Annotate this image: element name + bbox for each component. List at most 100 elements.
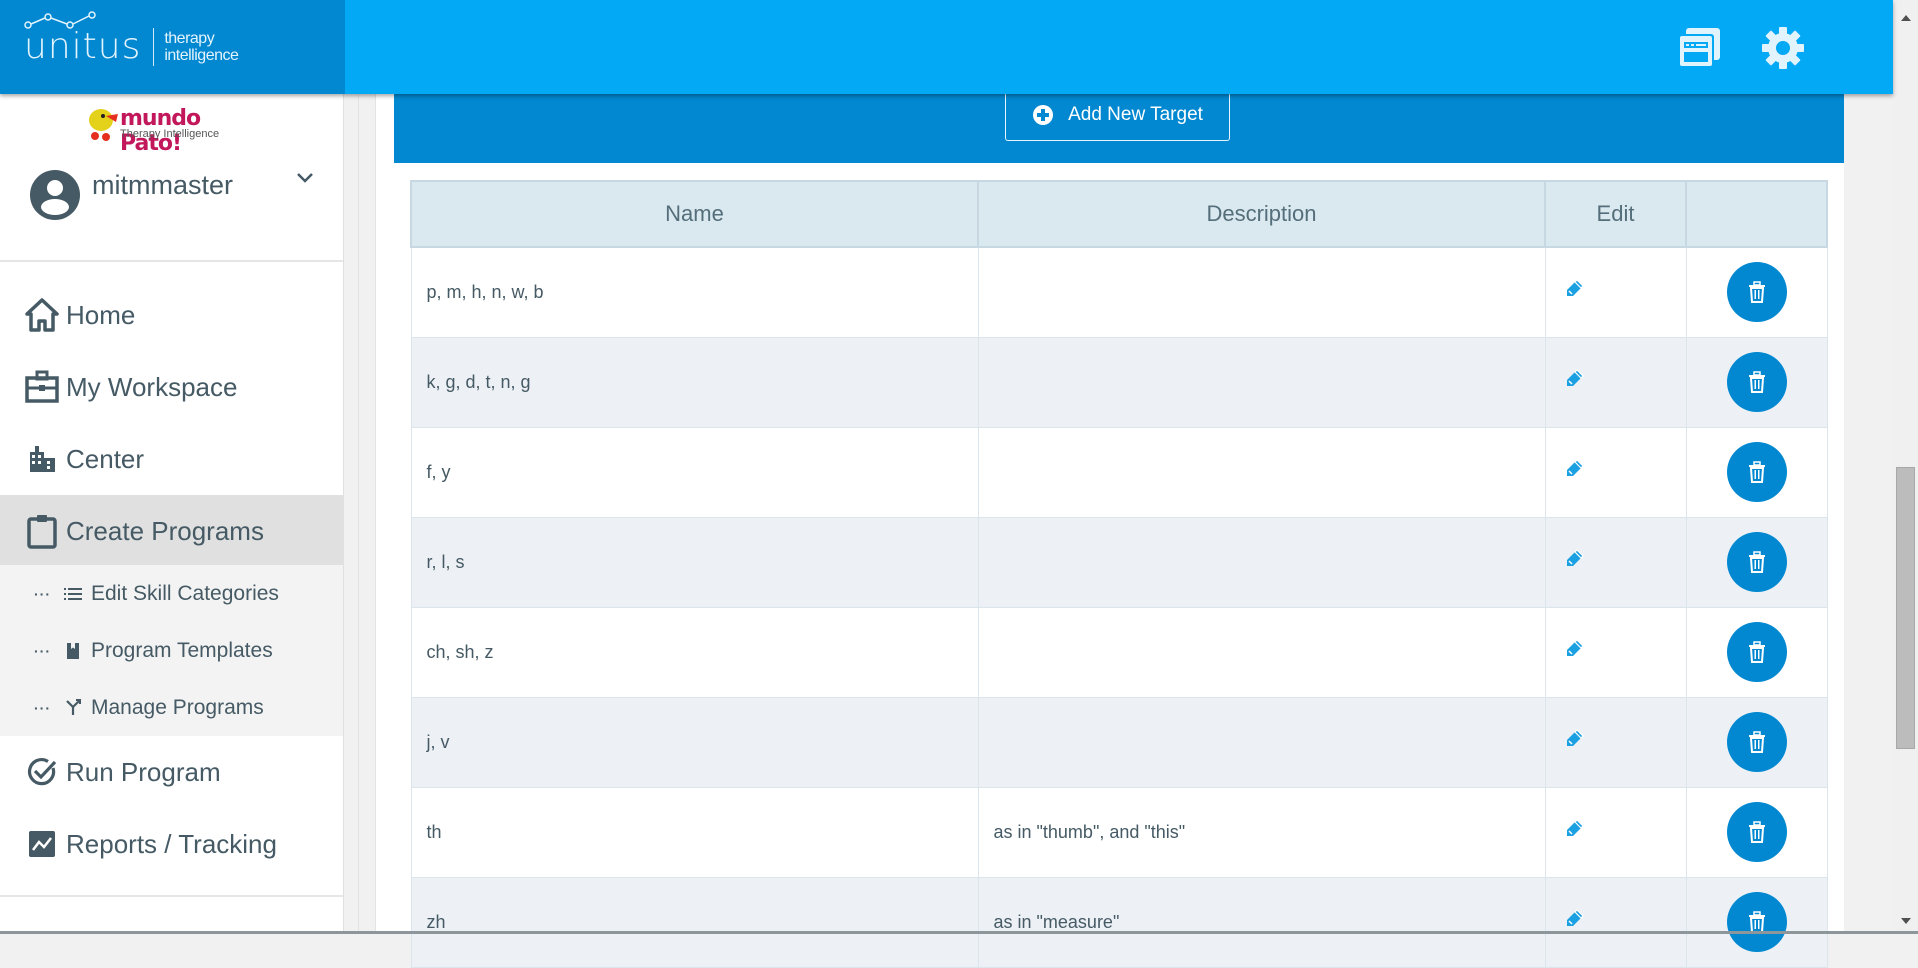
pencil-icon [1566, 548, 1584, 566]
pencil-icon [1566, 908, 1584, 926]
table-body: p, m, h, n, w, b k, g, d, t, n, g f, y r, l… [410, 246, 1828, 968]
submenu-item-manage-programs[interactable]: ··· Manage Programs [0, 679, 343, 736]
delete-button[interactable] [1726, 262, 1787, 323]
edit-button[interactable] [1562, 905, 1588, 931]
sidebar-item-create-programs[interactable]: Create Programs [0, 495, 343, 567]
settings-button[interactable] [1759, 24, 1807, 72]
trash-icon [1748, 731, 1765, 753]
building-icon [24, 441, 60, 477]
sidebar-item-label: Center [66, 443, 145, 474]
sidebar-item-my-workspace[interactable]: My Workspace [0, 351, 343, 423]
pencil-icon [1566, 818, 1584, 836]
delete-cell [1685, 336, 1828, 428]
trash-icon [1748, 551, 1765, 573]
sidebar-divider [0, 260, 343, 262]
delete-button[interactable] [1726, 712, 1787, 772]
sidebar-item-center[interactable]: Center [0, 423, 343, 495]
windows-button[interactable] [1675, 24, 1723, 72]
target-name: zh [410, 876, 979, 968]
scroll-down-button[interactable] [1893, 911, 1918, 931]
gear-icon [1762, 27, 1804, 69]
trash-icon [1748, 641, 1765, 663]
unitus-logo[interactable]: unitus therapy intelligence [24, 11, 239, 67]
delete-button[interactable] [1726, 352, 1787, 412]
brand-tagline-line1: therapy [164, 29, 215, 47]
trash-icon [1748, 371, 1765, 393]
create-programs-submenu: ··· Edit Skill Categories ··· Program Te… [0, 565, 343, 736]
plus-circle-icon [1033, 105, 1054, 125]
edit-cell [1544, 336, 1687, 428]
target-description [977, 336, 1546, 428]
table-row: ch, sh, z [410, 606, 1828, 698]
target-description [977, 696, 1546, 788]
scroll-up-button[interactable] [1893, 8, 1918, 28]
delete-button[interactable] [1726, 442, 1787, 502]
home-icon [24, 297, 60, 333]
submenu-item-program-templates[interactable]: ··· Program Templates [0, 622, 343, 679]
edit-button[interactable] [1562, 635, 1588, 661]
page-scrollbar[interactable] [1893, 0, 1918, 931]
edit-button[interactable] [1562, 725, 1588, 751]
windows-icon [1678, 28, 1720, 68]
delete-button[interactable] [1726, 892, 1787, 952]
column-header-description[interactable]: Description [977, 180, 1546, 248]
table-header-row: Name Description Edit [410, 180, 1828, 248]
table-row: th as in "thumb", and "this" [410, 786, 1828, 878]
add-new-target-label: Add New Target [1068, 104, 1203, 125]
sidebar-item-run-program[interactable]: Run Program [0, 736, 343, 808]
edit-button[interactable] [1562, 815, 1588, 841]
dots-icon: ··· [34, 642, 51, 659]
target-name: ch, sh, z [410, 606, 979, 698]
trash-icon [1748, 911, 1765, 933]
user-menu[interactable]: mitmmaster [30, 170, 320, 230]
target-name: th [410, 786, 979, 878]
pencil-icon [1566, 368, 1584, 386]
sidebar-divider [0, 895, 343, 897]
delete-button[interactable] [1726, 532, 1787, 592]
trash-icon [1748, 461, 1765, 483]
sidebar-item-reports-tracking[interactable]: Reports / Tracking [0, 808, 343, 880]
pencil-icon [1566, 638, 1584, 656]
briefcase-icon [24, 369, 60, 405]
table-row: r, l, s [410, 516, 1828, 608]
sidebar-item-label: Create Programs [66, 515, 264, 546]
target-description [977, 606, 1546, 698]
target-description [977, 426, 1546, 518]
table-row: f, y [410, 426, 1828, 518]
sidebar-item-label: Run Program [66, 756, 221, 787]
delete-button[interactable] [1726, 802, 1787, 862]
chevron-down-icon[interactable] [296, 172, 314, 184]
brand-tagline-line2: intelligence [164, 46, 239, 64]
edit-cell [1544, 786, 1687, 878]
edit-button[interactable] [1562, 365, 1588, 391]
edit-button[interactable] [1562, 275, 1588, 301]
edit-button[interactable] [1562, 455, 1588, 481]
username: mitmmaster [92, 170, 233, 200]
edit-button[interactable] [1562, 545, 1588, 571]
submenu-item-edit-skill-categories[interactable]: ··· Edit Skill Categories [0, 565, 343, 622]
delete-button[interactable] [1726, 622, 1787, 682]
column-header-delete [1685, 180, 1828, 248]
sidebar: mundo Pato! Therapy Intelligence mitmmas… [0, 94, 344, 934]
dots-icon: ··· [34, 699, 51, 716]
clipboard-icon [24, 513, 60, 549]
sidebar-item-label: My Workspace [66, 371, 238, 402]
brand-name: unitus [24, 26, 142, 67]
pencil-icon [1566, 458, 1584, 476]
delete-cell [1685, 606, 1828, 698]
fork-icon [63, 698, 83, 718]
avatar-icon [30, 170, 80, 220]
targets-table: Name Description Edit p, m, h, n, w, b k,… [410, 180, 1828, 968]
column-header-name[interactable]: Name [410, 180, 979, 248]
org-subtitle: Therapy Intelligence [120, 128, 220, 140]
dots-icon: ··· [34, 585, 51, 602]
scrollbar-thumb[interactable] [1896, 467, 1915, 749]
submenu-item-label: Edit Skill Categories [91, 581, 279, 605]
sidebar-item-label: Home [66, 299, 136, 330]
sidebar-item-home[interactable]: Home [0, 279, 343, 351]
target-description [977, 516, 1546, 608]
edit-cell [1544, 876, 1687, 968]
add-new-target-button[interactable]: Add New Target [1005, 90, 1230, 141]
brand-area: unitus therapy intelligence [0, 0, 345, 94]
top-actions [1675, 24, 1807, 72]
